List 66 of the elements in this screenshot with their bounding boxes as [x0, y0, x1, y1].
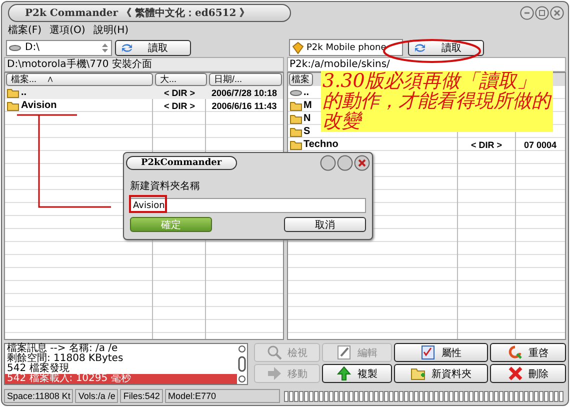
file-row[interactable]: .. < DIR > 2006/7/28 10:18 — [5, 86, 282, 99]
file-name: N — [304, 113, 311, 124]
arrows-icon — [508, 345, 522, 360]
dialog-title: P2kCommander — [126, 156, 237, 170]
file-name: M — [304, 100, 312, 111]
folder-icon — [290, 100, 302, 112]
menu-item[interactable]: 檔案(F) — [8, 23, 42, 36]
folder-icon — [290, 126, 302, 138]
status-field: Model:E770 — [164, 389, 280, 403]
refresh-icon — [120, 42, 134, 54]
drive-label: D:\ — [25, 42, 40, 53]
folder-icon — [290, 112, 302, 124]
path-field[interactable]: P2k:/a/mobile/skins/ — [286, 57, 566, 72]
spinner-arrows-icon — [101, 42, 109, 52]
file-name: .. — [304, 87, 310, 98]
close-icon[interactable] — [354, 155, 370, 171]
cancel-button[interactable]: 取消 — [284, 217, 366, 232]
file-name: S — [304, 126, 310, 137]
folder-plus-icon — [410, 366, 426, 382]
column-header[interactable]: 檔案 — [288, 73, 312, 86]
maximize-icon[interactable] — [535, 6, 549, 20]
checklist-icon — [420, 345, 436, 360]
file-name: Techno — [304, 139, 338, 150]
annotation-note: 3.30版必須再做「讀取」的動作，才能看得現所做的改變 — [320, 71, 552, 132]
column-header[interactable]: 日期/... — [209, 73, 282, 86]
file-size: < DIR > — [470, 140, 502, 150]
file-date: 2006/6/16 11:43 — [212, 100, 277, 110]
toolbar-button[interactable]: 新資料夾 — [394, 364, 488, 384]
maximize-icon[interactable] — [337, 155, 353, 171]
highlight-box — [129, 195, 167, 213]
menu-item[interactable]: 選項(O) — [50, 23, 86, 36]
magnifier-icon — [266, 345, 282, 360]
close-icon[interactable] — [550, 6, 564, 20]
path-field[interactable]: D:\motorola手機\770 安裝介面 — [4, 57, 284, 72]
file-name: .. — [21, 87, 27, 98]
refresh-icon — [413, 42, 428, 54]
cross-icon — [508, 366, 522, 382]
pencil-page-icon — [336, 345, 352, 360]
drive-dropdown[interactable]: D:\ — [6, 40, 112, 56]
file-row[interactable]: Avision < DIR > 2006/6/16 11:43 — [5, 99, 282, 112]
toolbar-button[interactable]: 刪除 — [490, 364, 566, 384]
log-line[interactable]: 542 檔案發現 — [5, 364, 237, 374]
column-header[interactable]: 大... — [155, 73, 207, 86]
up-arrow-icon — [336, 366, 352, 382]
menu-item[interactable]: 說明(H) — [93, 23, 129, 36]
file-size: < DIR > — [164, 88, 195, 98]
phone-gem-icon — [292, 42, 304, 54]
status-field: Vols:/a /e — [75, 389, 118, 403]
toolbar-button[interactable]: 重啓 — [490, 343, 566, 362]
file-date: 07 0004 — [524, 140, 557, 150]
window-title: P2k Commander 《 繁體中文化：ed6512 》 — [8, 4, 291, 22]
status-field: Files:542 — [120, 389, 163, 403]
status-field: Space:11808 Kt — [4, 389, 74, 403]
refresh-button[interactable]: 讀取 — [115, 40, 191, 56]
file-date: 2006/7/28 10:18 — [211, 88, 278, 98]
column-header[interactable]: 檔案... ∧ — [6, 73, 153, 86]
file-name: Avision — [21, 100, 57, 111]
device-tab[interactable]: P2k Mobile phone — [288, 39, 404, 56]
file-size: < DIR > — [164, 100, 195, 110]
right-arrow-icon — [266, 366, 282, 382]
field-label: 新建資料夾名稱 — [130, 180, 201, 194]
name-input[interactable]: Avision — [130, 198, 366, 213]
toolbar-button[interactable]: 複製 — [322, 364, 392, 384]
minimize-icon[interactable] — [520, 6, 534, 20]
minimize-icon[interactable] — [320, 155, 336, 171]
toolbar-button[interactable]: 屬性 — [394, 343, 488, 362]
